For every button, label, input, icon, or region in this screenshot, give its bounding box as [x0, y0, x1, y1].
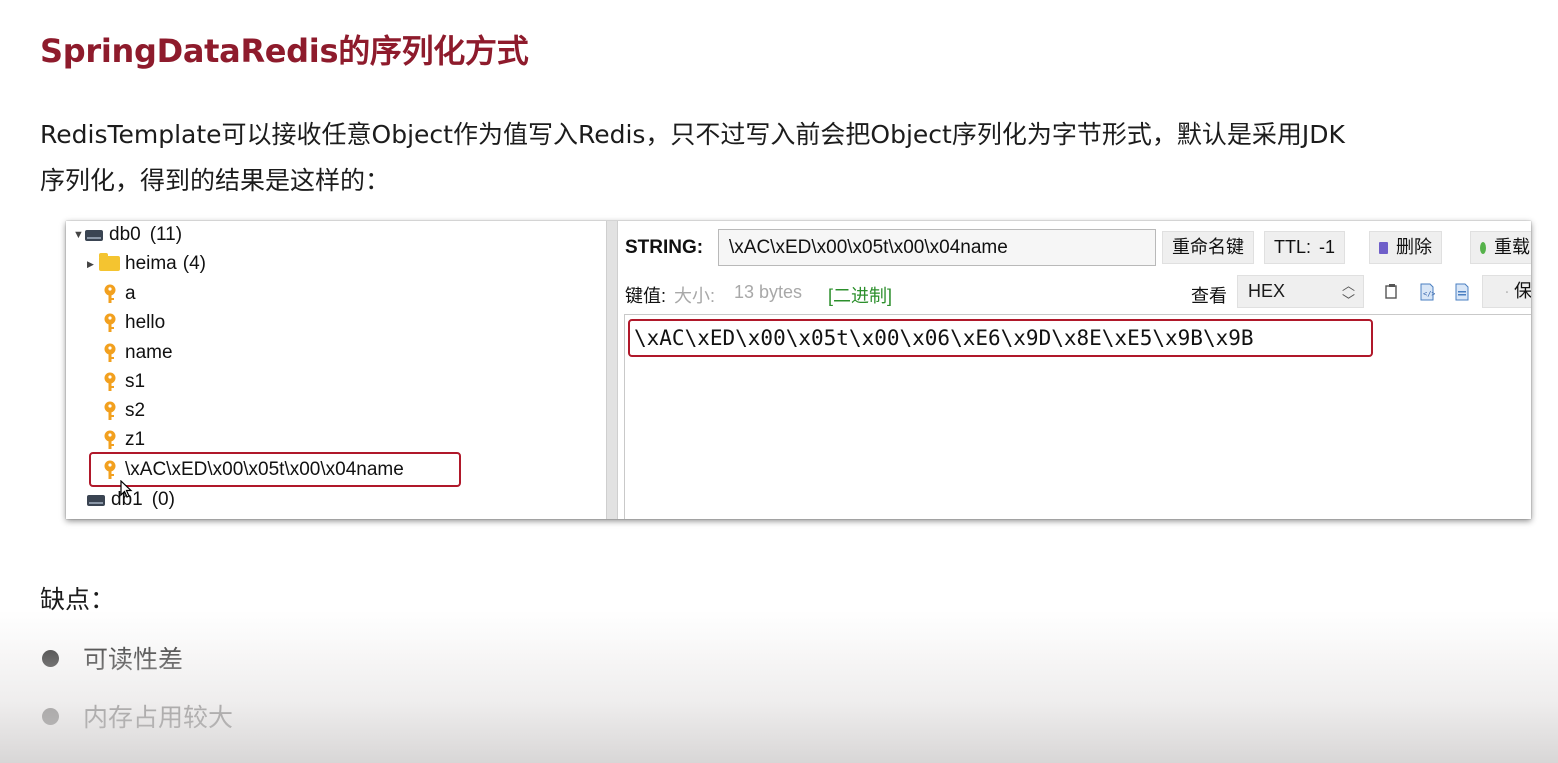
key-name-field[interactable]: \xAC\xED\x00\x05t\x00\x04name	[718, 229, 1156, 266]
intro-line-1: RedisTemplate可以接收任意Object作为值写入Redis，只不过写…	[40, 120, 1345, 149]
rename-key-button[interactable]: 重命名键	[1162, 231, 1254, 264]
doc-icon[interactable]	[1454, 283, 1470, 301]
collapse-triangle-icon[interactable]: ▼	[73, 221, 85, 249]
trash-icon	[1379, 241, 1388, 254]
folder-name: heima	[125, 253, 177, 274]
db-icon	[85, 229, 103, 241]
reload-icon	[1480, 241, 1486, 254]
select-arrows-icon: ︿ ﹀	[1341, 278, 1355, 308]
save-label-partial: 保	[1514, 281, 1531, 301]
cons-title: 缺点：	[40, 585, 116, 614]
tree-key[interactable]: a	[102, 280, 136, 308]
key-detail-pane: STRING: \xAC\xED\x00\x05t\x00\x04name 重命…	[624, 221, 1531, 519]
db0-name: db0	[109, 224, 141, 245]
cons-item: 内存占用较大	[42, 698, 233, 734]
key-label: z1	[125, 429, 146, 450]
ttl-label: TTL:	[1274, 237, 1312, 257]
intro-line-2: 序列化，得到的结果是这样的：	[40, 166, 391, 195]
key-icon	[104, 401, 116, 420]
reload-label: 重载	[1494, 237, 1530, 257]
key-icon	[104, 343, 116, 362]
view-mode-select[interactable]: HEX ︿ ﹀	[1237, 275, 1364, 308]
key-label: hello	[125, 312, 166, 333]
svg-text:</>: </>	[1423, 290, 1435, 298]
delete-button[interactable]: 删除	[1369, 231, 1442, 264]
key-label: name	[125, 342, 173, 363]
tree-key[interactable]: name	[102, 339, 173, 367]
bullet-dot-icon	[42, 649, 59, 667]
size-label: 大小:	[674, 286, 716, 306]
selected-key-highlight	[89, 452, 461, 487]
reload-button[interactable]: 重载	[1470, 231, 1531, 264]
size-value: 13 bytes	[734, 282, 803, 302]
key-icon	[104, 372, 116, 391]
key-label: a	[125, 283, 136, 304]
cons-item: 可读性差	[42, 640, 183, 676]
bottom-fade-overlay	[0, 610, 1558, 763]
ttl-button[interactable]: TTL: -1	[1264, 231, 1346, 264]
key-label: s2	[125, 400, 146, 421]
save-icon	[1506, 290, 1508, 293]
key-icon	[104, 313, 116, 332]
key-tree: ▼ db0 (11) ▶ heima (4) a hello name s1 s…	[66, 221, 606, 519]
copy-icon[interactable]	[1384, 283, 1400, 301]
save-button[interactable]: 保	[1482, 275, 1531, 308]
db1-count: (0)	[151, 489, 175, 510]
tree-scrollbar[interactable]	[606, 221, 618, 519]
binary-tag: [二进制]	[828, 286, 893, 306]
code-icon[interactable]: </>	[1419, 283, 1435, 301]
db0-count: (11)	[149, 224, 183, 245]
tree-db0[interactable]: ▼ db0 (11)	[73, 221, 182, 249]
cons-item-text: 内存占用较大	[83, 703, 234, 732]
value-label: 键值:	[625, 286, 667, 306]
view-mode-value: HEX	[1248, 281, 1286, 301]
tree-folder-heima[interactable]: ▶ heima (4)	[87, 250, 206, 278]
bullet-dot-icon	[42, 707, 59, 725]
value-hex-text[interactable]: \xAC\xED\x00\x05t\x00\x06\xE6\x9D\x8E\xE…	[628, 319, 1373, 357]
db-icon	[87, 494, 105, 506]
folder-count: (4)	[182, 253, 206, 274]
tree-key[interactable]: hello	[102, 309, 165, 337]
value-editor[interactable]: \xAC\xED\x00\x05t\x00\x06\xE6\x9D\x8E\xE…	[624, 314, 1531, 519]
tree-key[interactable]: s1	[102, 368, 145, 396]
delete-label: 删除	[1396, 237, 1432, 257]
intro-paragraph: RedisTemplate可以接收任意Object作为值写入Redis，只不过写…	[40, 112, 1540, 204]
cons-item-text: 可读性差	[83, 645, 184, 674]
type-label: STRING:	[625, 237, 704, 258]
view-label: 查看	[1191, 286, 1227, 306]
folder-icon	[99, 252, 120, 271]
redis-manager-screenshot: ▼ db0 (11) ▶ heima (4) a hello name s1 s…	[66, 221, 1531, 519]
page-title: SpringDataRedis的序列化方式	[40, 32, 529, 70]
expand-triangle-icon[interactable]: ▶	[87, 250, 99, 278]
tree-key[interactable]: z1	[102, 426, 145, 454]
key-icon	[104, 430, 116, 449]
key-label: s1	[125, 371, 146, 392]
ttl-value: -1	[1319, 237, 1336, 257]
mouse-cursor-icon	[120, 480, 133, 498]
key-icon	[104, 284, 116, 303]
tree-key[interactable]: s2	[102, 397, 145, 425]
